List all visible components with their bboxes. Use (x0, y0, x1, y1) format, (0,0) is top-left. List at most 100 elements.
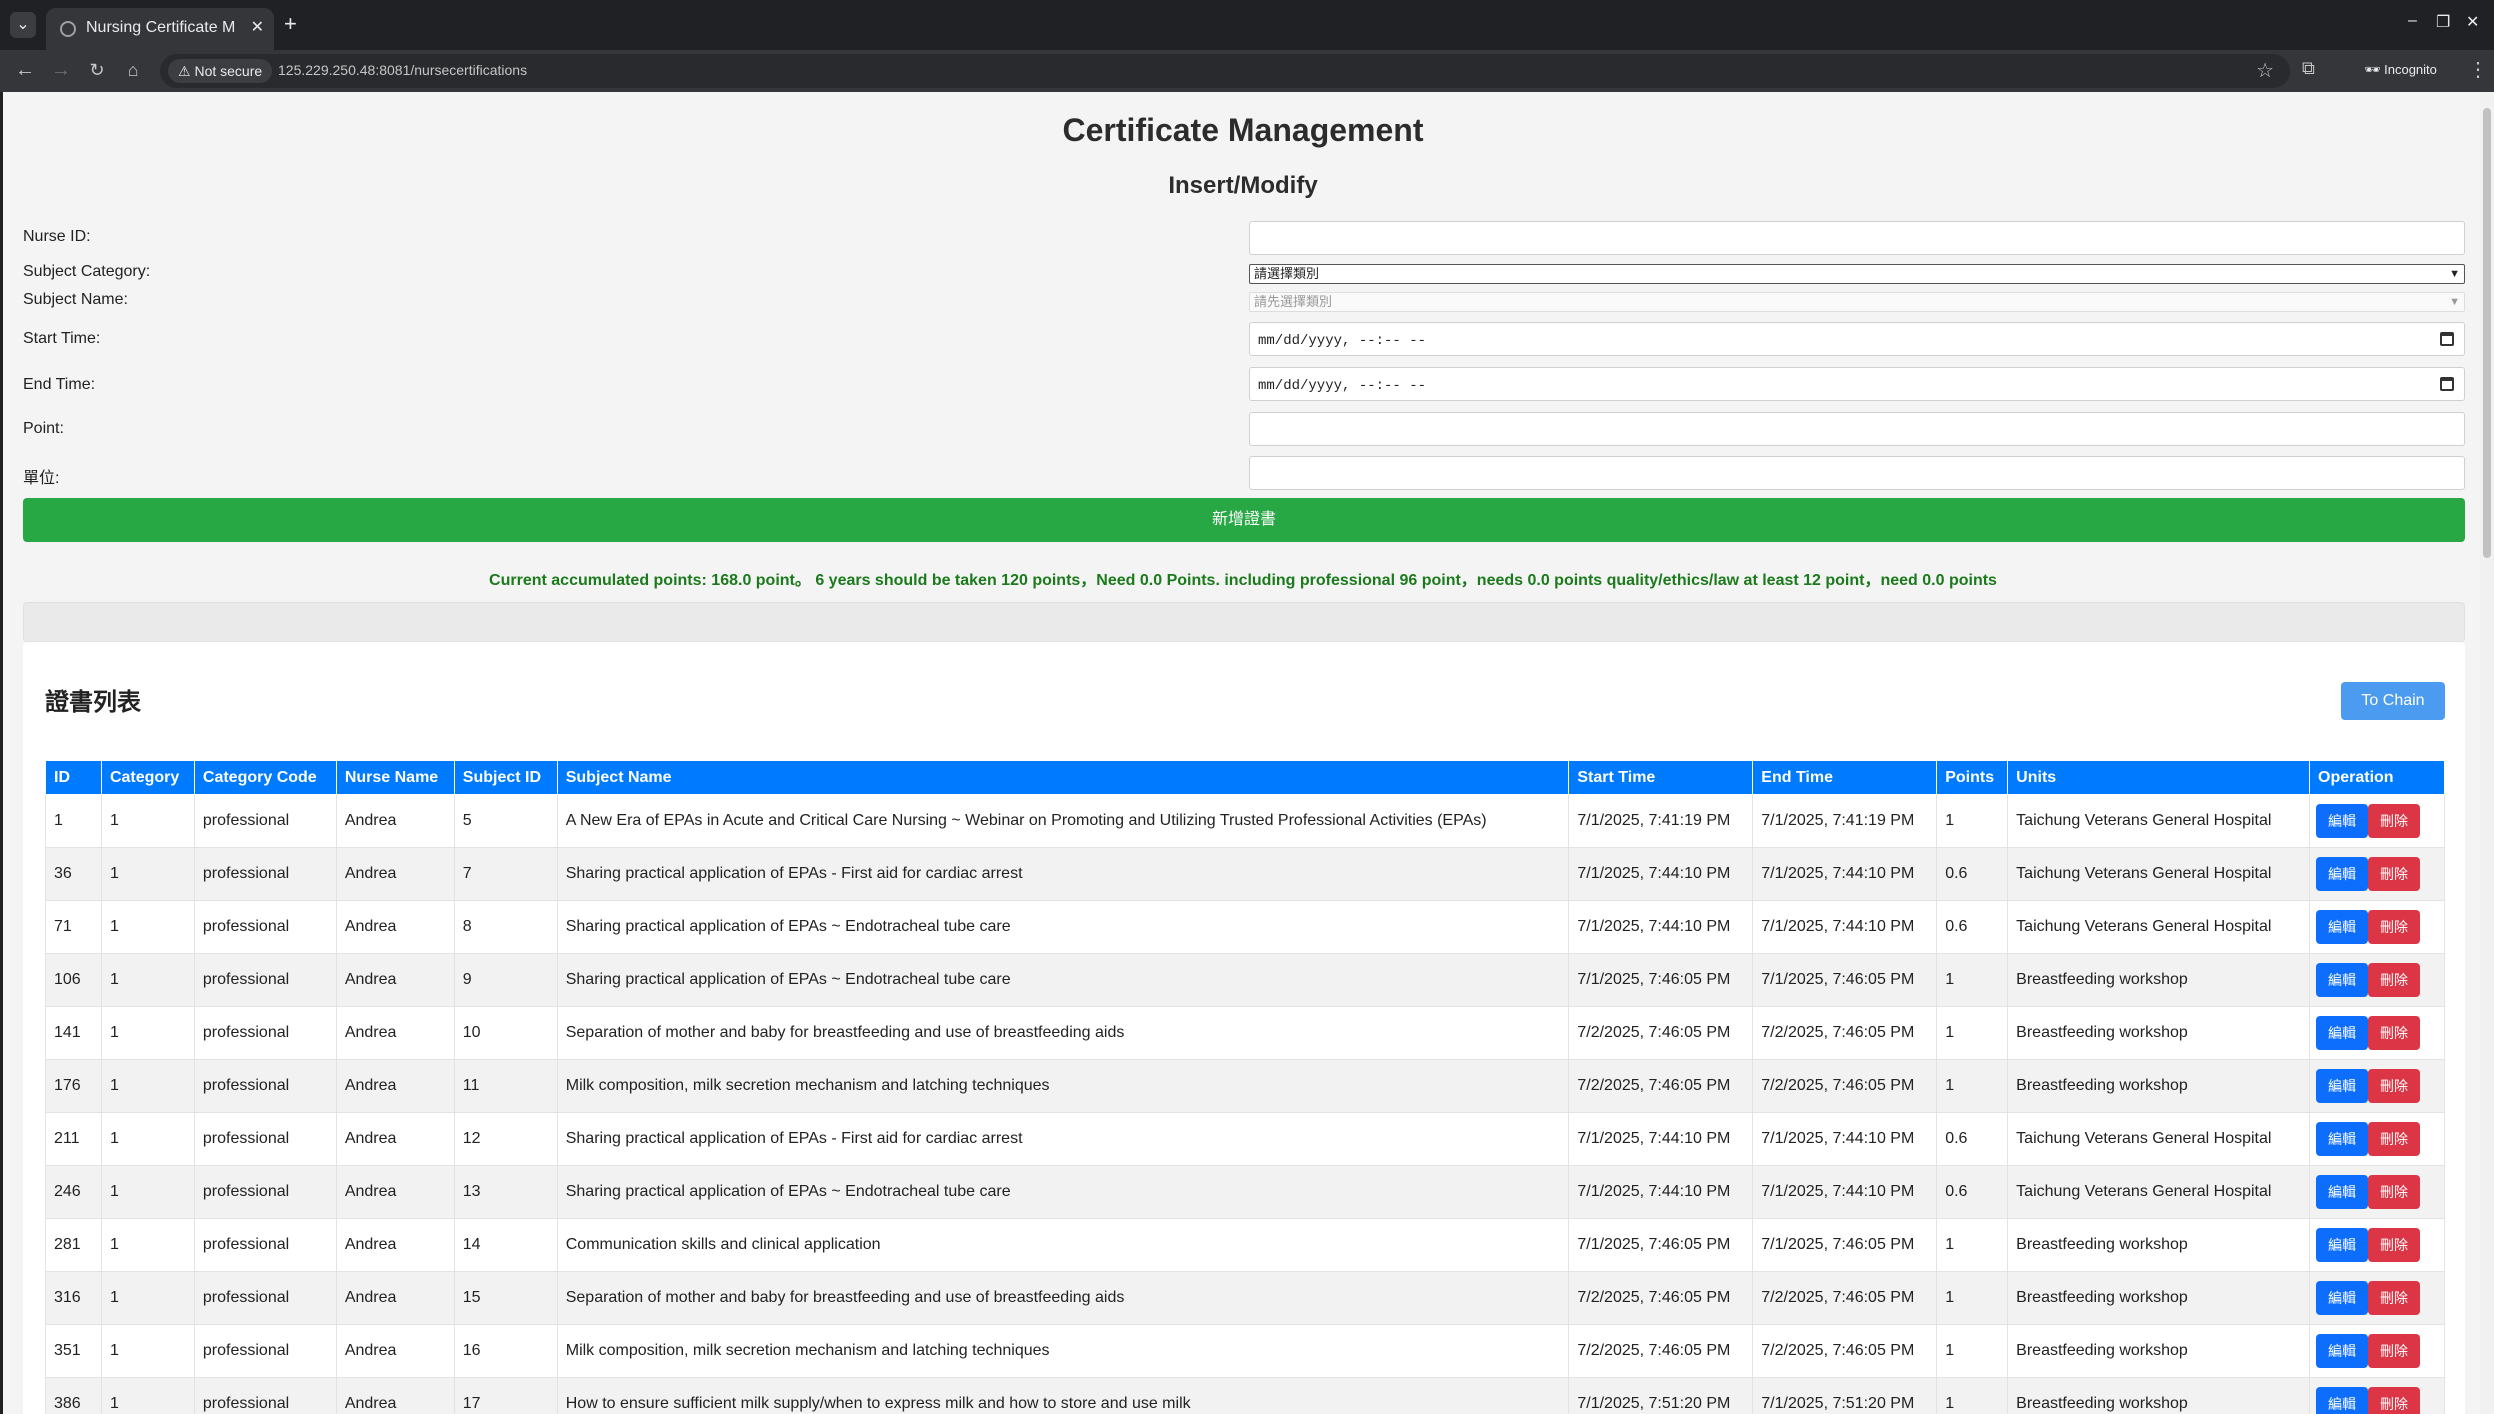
edit-button[interactable]: 編輯 (2316, 1069, 2369, 1103)
home-icon[interactable]: ⌂ (120, 58, 146, 82)
browser-tab[interactable]: Nursing Certificate Mana ✕ (46, 8, 274, 50)
minimize-icon[interactable]: – (2408, 12, 2417, 30)
column-header-subject-id[interactable]: Subject ID (453, 760, 558, 795)
cell-points: 1 (1936, 953, 2009, 1007)
cell-start-time: 7/1/2025, 7:41:19 PM (1568, 794, 1754, 848)
column-header-end-time[interactable]: End Time (1752, 760, 1938, 795)
forward-icon[interactable]: → (48, 58, 74, 82)
edit-button[interactable]: 編輯 (2316, 1175, 2369, 1209)
calendar-icon[interactable] (2440, 377, 2454, 391)
add-certificate-button[interactable]: 新增證書 (23, 498, 2465, 542)
cell-id: 351 (45, 1324, 102, 1378)
point-label: Point: (23, 420, 64, 437)
address-bar[interactable]: ⚠ Not secure 125.229.250.48:8081/nursece… (160, 54, 2290, 88)
cell-category: 1 (100, 1377, 195, 1414)
restore-icon[interactable]: ❐ (2436, 12, 2450, 32)
to-chain-button[interactable]: To Chain (2341, 682, 2445, 720)
column-header-category-code[interactable]: Category Code (193, 760, 337, 795)
column-header-start-time[interactable]: Start Time (1568, 760, 1754, 795)
cell-id: 106 (45, 953, 102, 1007)
column-header-units[interactable]: Units (2007, 760, 2311, 795)
edit-button[interactable]: 編輯 (2316, 804, 2369, 838)
vertical-scrollbar[interactable] (2480, 92, 2494, 1414)
cell-operation: 編輯 刪除 (2309, 953, 2445, 1007)
cell-operation: 編輯 刪除 (2309, 1059, 2445, 1113)
column-header-subject-name[interactable]: Subject Name (556, 760, 1570, 795)
edit-button[interactable]: 編輯 (2316, 1387, 2369, 1414)
edit-button[interactable]: 編輯 (2316, 963, 2369, 997)
end-time-placeholder: mm/dd/yyyy, --:-- -- (1258, 378, 1427, 394)
start-time-input[interactable]: mm/dd/yyyy, --:-- -- (1249, 322, 2465, 356)
delete-button[interactable]: 刪除 (2368, 1069, 2421, 1103)
subject-category-select[interactable]: 請選擇類別 ▼ (1249, 264, 2465, 284)
scrollbar-thumb[interactable] (2483, 108, 2491, 558)
edit-button[interactable]: 編輯 (2316, 1281, 2369, 1315)
delete-button[interactable]: 刪除 (2368, 1387, 2421, 1414)
point-input[interactable] (1249, 412, 2465, 446)
cell-end-time: 7/1/2025, 7:46:05 PM (1752, 953, 1938, 1007)
favicon-icon (60, 21, 76, 37)
edit-button[interactable]: 編輯 (2316, 1334, 2369, 1368)
cell-subject-id: 8 (453, 900, 558, 954)
delete-button[interactable]: 刪除 (2368, 1281, 2421, 1315)
table-row: 211 1 professional Andrea 12 Sharing practica… (45, 1112, 2445, 1166)
table-row: 1 1 professional Andrea 5 A New Era of EPAs i… (45, 794, 2445, 848)
cell-points: 1 (1936, 1324, 2009, 1378)
cell-category: 1 (100, 794, 195, 848)
column-header-nurse-name[interactable]: Nurse Name (335, 760, 455, 795)
new-tab-icon[interactable]: + (284, 11, 297, 37)
cell-points: 0.6 (1936, 1165, 2009, 1219)
cell-category-code: professional (193, 1165, 337, 1219)
subject-name-select[interactable]: 請先選擇類別 ▼ (1249, 292, 2465, 312)
edit-button[interactable]: 編輯 (2316, 857, 2369, 891)
browser-menu-icon[interactable]: ⋮ (2468, 57, 2488, 82)
end-time-input[interactable]: mm/dd/yyyy, --:-- -- (1249, 367, 2465, 401)
cell-subject-name: A New Era of EPAs in Acute and Critical … (556, 794, 1570, 848)
incognito-badge[interactable]: 🕶 Incognito (2352, 56, 2449, 84)
delete-button[interactable]: 刪除 (2368, 857, 2421, 891)
column-header-category[interactable]: Category (100, 760, 195, 795)
cell-units: Breastfeeding workshop (2007, 1006, 2311, 1060)
cell-subject-id: 17 (453, 1377, 558, 1414)
cell-subject-id: 7 (453, 847, 558, 901)
close-tab-icon[interactable]: ✕ (251, 17, 264, 37)
cell-category: 1 (100, 847, 195, 901)
edit-button[interactable]: 編輯 (2316, 1122, 2369, 1156)
nurse-id-input[interactable] (1249, 221, 2465, 255)
delete-button[interactable]: 刪除 (2368, 1228, 2421, 1262)
column-header-points[interactable]: Points (1936, 760, 2009, 795)
delete-button[interactable]: 刪除 (2368, 804, 2421, 838)
delete-button[interactable]: 刪除 (2368, 1334, 2421, 1368)
delete-button[interactable]: 刪除 (2368, 1122, 2421, 1156)
cell-id: 141 (45, 1006, 102, 1060)
extensions-icon[interactable]: ⧉ (2302, 58, 2315, 79)
not-secure-badge[interactable]: ⚠ Not secure (168, 59, 273, 83)
close-window-icon[interactable]: ✕ (2466, 12, 2479, 32)
edit-button[interactable]: 編輯 (2316, 910, 2369, 944)
delete-button[interactable]: 刪除 (2368, 1175, 2421, 1209)
cell-end-time: 7/2/2025, 7:46:05 PM (1752, 1271, 1938, 1325)
edit-button[interactable]: 編輯 (2316, 1016, 2369, 1050)
cell-subject-name: Separation of mother and baby for breast… (556, 1006, 1570, 1060)
cell-nurse-name: Andrea (335, 900, 455, 954)
reload-icon[interactable]: ↻ (84, 58, 110, 82)
delete-button[interactable]: 刪除 (2368, 1016, 2421, 1050)
cell-nurse-name: Andrea (335, 1218, 455, 1272)
unit-input[interactable] (1249, 456, 2465, 490)
browser-tab-strip: ⌄ Nursing Certificate Mana ✕ + – ❐ ✕ (0, 0, 2494, 50)
url-text[interactable]: 125.229.250.48:8081/nursecertifications (278, 62, 527, 78)
calendar-icon[interactable] (2440, 332, 2454, 346)
delete-button[interactable]: 刪除 (2368, 910, 2421, 944)
bookmark-star-icon[interactable]: ☆ (2256, 58, 2274, 83)
points-summary: Current accumulated points: 168.0 point。… (489, 572, 1997, 589)
tab-search-icon[interactable]: ⌄ (10, 12, 36, 38)
column-header-id[interactable]: ID (45, 760, 102, 795)
cell-subject-id: 5 (453, 794, 558, 848)
cell-start-time: 7/1/2025, 7:44:10 PM (1568, 847, 1754, 901)
back-icon[interactable]: ← (12, 58, 38, 82)
delete-button[interactable]: 刪除 (2368, 963, 2421, 997)
cell-operation: 編輯 刪除 (2309, 1377, 2445, 1414)
edit-button[interactable]: 編輯 (2316, 1228, 2369, 1262)
cell-category: 1 (100, 1165, 195, 1219)
cell-subject-name: Communication skills and clinical applic… (556, 1218, 1570, 1272)
